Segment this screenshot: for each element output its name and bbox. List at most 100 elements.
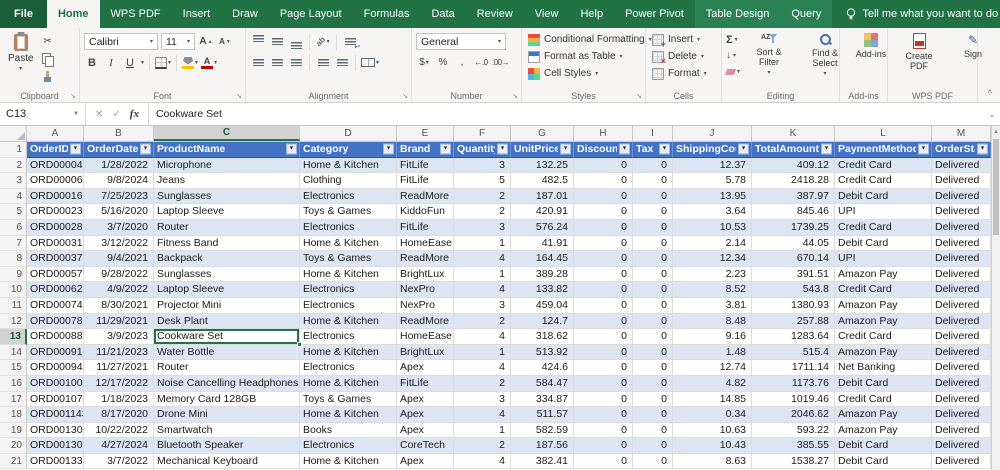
filter-dropdown-icon[interactable]: ▾: [497, 143, 508, 155]
cell-G21[interactable]: 382.41: [511, 453, 574, 470]
clipboard-dialog-launcher-icon[interactable]: ↘: [70, 92, 76, 100]
cell-A16[interactable]: ORD0010056: [27, 375, 84, 392]
cell-B17[interactable]: 1/18/2023: [84, 391, 154, 408]
cell-A17[interactable]: ORD0010746: [27, 391, 84, 408]
cell-J2[interactable]: 12.37: [673, 157, 752, 174]
cell-D3[interactable]: Clothing: [300, 173, 397, 189]
cell-J7[interactable]: 2.14: [673, 235, 752, 252]
column-header-J[interactable]: J: [673, 126, 752, 141]
header-cell-Tax[interactable]: Tax ▾: [633, 142, 673, 158]
cancel-icon[interactable]: ✕: [95, 109, 103, 120]
cell-A2[interactable]: ORD0000479: [27, 157, 84, 174]
row-header-14[interactable]: 14: [0, 344, 27, 361]
cell-C17[interactable]: Memory Card 128GB: [154, 391, 300, 408]
cell-D14[interactable]: Home & Kitchen: [300, 344, 397, 361]
cell-L11[interactable]: Amazon Pay: [835, 297, 932, 314]
font-name-select[interactable]: Calibri ▾: [84, 33, 158, 50]
number-dialog-launcher-icon[interactable]: ↘: [512, 92, 518, 100]
cell-A20[interactable]: ORD0013020: [27, 438, 84, 454]
column-header-C[interactable]: C: [154, 126, 300, 141]
cell-I13[interactable]: 0: [633, 329, 673, 345]
cell-M7[interactable]: Delivered: [932, 235, 991, 252]
cell-G6[interactable]: 576.24: [511, 219, 574, 236]
cell-I19[interactable]: 0: [633, 422, 673, 439]
cell-D7[interactable]: Home & Kitchen: [300, 235, 397, 252]
cell-A14[interactable]: ORD0009151: [27, 344, 84, 361]
merge-center-button[interactable]: ▾: [361, 55, 379, 71]
row-header-11[interactable]: 11: [0, 297, 27, 314]
cell-K12[interactable]: 257.88: [752, 313, 835, 330]
cell-D17[interactable]: Toys & Games: [300, 391, 397, 408]
cell-J20[interactable]: 10.43: [673, 438, 752, 454]
cell-F21[interactable]: 4: [454, 453, 511, 470]
cell-B5[interactable]: 5/16/2020: [84, 204, 154, 220]
cell-K6[interactable]: 1739.25: [752, 219, 835, 236]
cell-M8[interactable]: Delivered: [932, 251, 991, 267]
cell-F13[interactable]: 4: [454, 329, 511, 345]
ribbon-tab-home[interactable]: Home: [46, 0, 100, 28]
cell-A3[interactable]: ORD0000693: [27, 173, 84, 189]
cell-L4[interactable]: Debit Card: [835, 188, 932, 205]
cell-K21[interactable]: 1538.27: [752, 453, 835, 470]
cell-H3[interactable]: 0: [574, 173, 633, 189]
cell-B18[interactable]: 8/17/2020: [84, 407, 154, 423]
cell-H19[interactable]: 0: [574, 422, 633, 439]
cell-C15[interactable]: Router: [154, 360, 300, 376]
cell-B13[interactable]: 3/9/2023: [84, 329, 154, 345]
cell-E20[interactable]: CoreTech: [397, 438, 454, 454]
cell-E14[interactable]: BrightLux: [397, 344, 454, 361]
cell-K18[interactable]: 2046.62: [752, 407, 835, 423]
cell-H8[interactable]: 0: [574, 251, 633, 267]
cell-K13[interactable]: 1283.64: [752, 329, 835, 345]
cell-C14[interactable]: Water Bottle: [154, 344, 300, 361]
cell-E21[interactable]: Apex: [397, 453, 454, 470]
cell-F14[interactable]: 1: [454, 344, 511, 361]
cell-I4[interactable]: 0: [633, 188, 673, 205]
cell-G16[interactable]: 584.47: [511, 375, 574, 392]
cell-C5[interactable]: Laptop Sleeve: [154, 204, 300, 220]
cell-E19[interactable]: Apex: [397, 422, 454, 439]
cell-G2[interactable]: 132.25: [511, 157, 574, 174]
cell-G8[interactable]: 164.45: [511, 251, 574, 267]
cell-E11[interactable]: NexPro: [397, 297, 454, 314]
column-header-F[interactable]: F: [454, 126, 511, 141]
row-header-20[interactable]: 20: [0, 438, 27, 454]
cell-C3[interactable]: Jeans: [154, 173, 300, 189]
filter-dropdown-icon[interactable]: ▾: [659, 143, 670, 155]
cell-C10[interactable]: Laptop Sleeve: [154, 282, 300, 298]
align-right-button[interactable]: [288, 56, 304, 70]
column-header-E[interactable]: E: [397, 126, 454, 141]
row-header-12[interactable]: 12: [0, 313, 27, 330]
bold-button[interactable]: B: [84, 55, 100, 71]
align-left-button[interactable]: [250, 56, 266, 70]
column-header-A[interactable]: A: [27, 126, 84, 141]
header-cell-ProductName[interactable]: ProductName ▾: [154, 142, 300, 158]
cell-B9[interactable]: 9/28/2022: [84, 266, 154, 283]
cell-C16[interactable]: Noise Cancelling Headphones: [154, 375, 300, 392]
cell-K14[interactable]: 515.4: [752, 344, 835, 361]
cell-G3[interactable]: 482.5: [511, 173, 574, 189]
cell-L20[interactable]: Debit Card: [835, 438, 932, 454]
cell-D8[interactable]: Toys & Games: [300, 251, 397, 267]
cell-D4[interactable]: Electronics: [300, 188, 397, 205]
cell-L16[interactable]: Debit Card: [835, 375, 932, 392]
cell-F4[interactable]: 2: [454, 188, 511, 205]
accounting-format-button[interactable]: $ ▾: [416, 55, 432, 71]
cell-I3[interactable]: 0: [633, 173, 673, 189]
ribbon-tab-formulas[interactable]: Formulas: [353, 0, 421, 28]
cell-M9[interactable]: Delivered: [932, 266, 991, 283]
cell-J19[interactable]: 10.63: [673, 422, 752, 439]
cell-J21[interactable]: 8.63: [673, 453, 752, 470]
cell-B20[interactable]: 4/27/2024: [84, 438, 154, 454]
cell-E4[interactable]: ReadMore: [397, 188, 454, 205]
cell-D21[interactable]: Home & Kitchen: [300, 453, 397, 470]
fill-button[interactable]: ↓ ▾: [726, 48, 740, 63]
wrap-text-button[interactable]: ↩: [342, 35, 360, 51]
underline-button[interactable]: U: [122, 55, 138, 71]
cell-E2[interactable]: FitLife: [397, 157, 454, 174]
font-dialog-launcher-icon[interactable]: ↘: [236, 92, 242, 100]
cell-E13[interactable]: HomeEase: [397, 329, 454, 345]
filter-dropdown-icon[interactable]: ▾: [383, 143, 394, 155]
cell-M15[interactable]: Delivered: [932, 360, 991, 376]
column-header-G[interactable]: G: [511, 126, 574, 141]
